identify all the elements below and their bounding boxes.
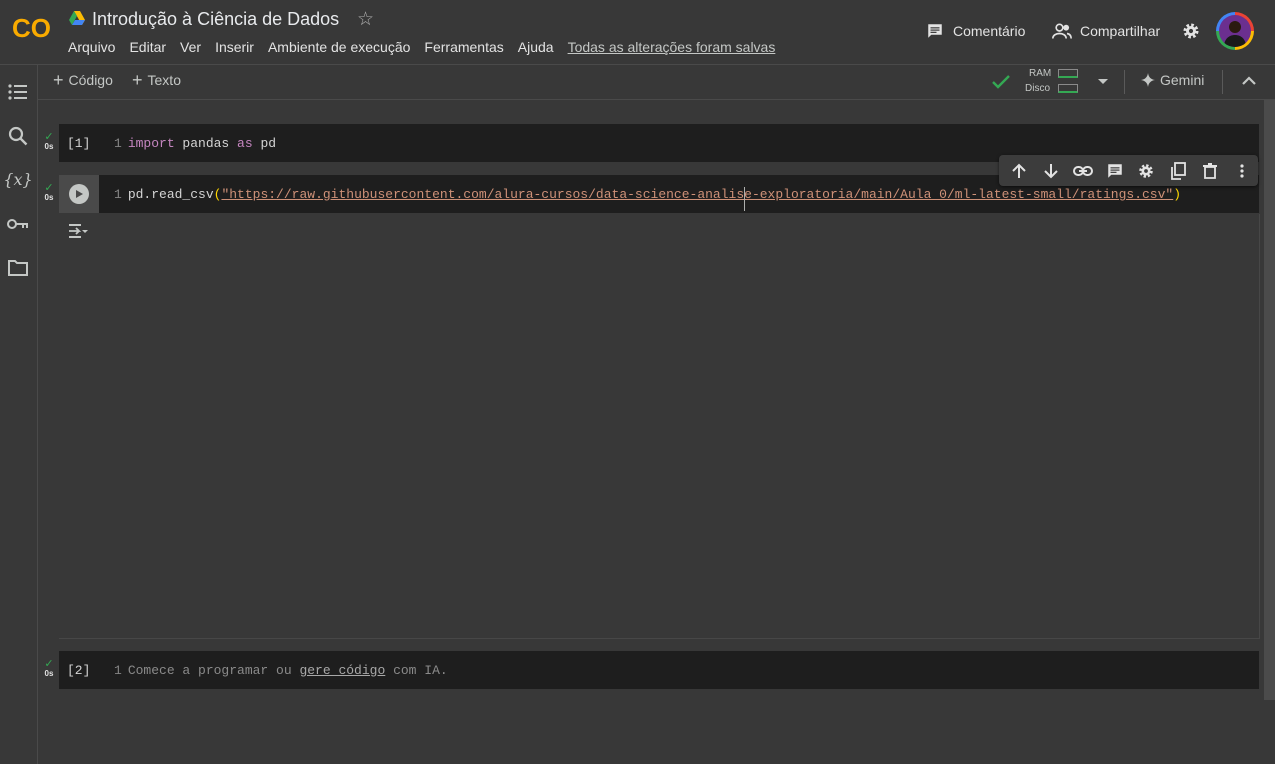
mirror-cell-icon[interactable] — [1162, 155, 1194, 186]
plus-icon: + — [53, 70, 64, 90]
cell-exec-time: 0s — [44, 669, 54, 678]
drive-icon[interactable] — [69, 11, 85, 25]
move-up-icon[interactable] — [1003, 155, 1035, 186]
menu-ambiente[interactable]: Ambiente de execução — [268, 39, 410, 57]
gemini-label: Gemini — [1160, 72, 1205, 88]
code-cell[interactable]: [2] 1 Comece a programar ou gere código c… — [59, 651, 1259, 689]
ram-label: RAM — [1029, 68, 1052, 79]
gemini-button[interactable]: Gemini — [1141, 72, 1204, 88]
toolbar-divider — [1124, 70, 1125, 94]
scrollbar[interactable] — [1264, 100, 1275, 700]
share-button[interactable]: Compartilhar — [1052, 21, 1160, 41]
more-icon[interactable] — [1226, 155, 1258, 186]
cell-exec-time: 0s — [44, 142, 54, 151]
table-of-contents-icon[interactable] — [6, 80, 30, 104]
execution-count[interactable]: [1] — [67, 136, 90, 151]
line-number: 1 — [114, 663, 122, 678]
connected-check-icon — [992, 75, 1010, 89]
avatar — [1219, 15, 1251, 47]
notebook-title[interactable]: Introdução à Ciência de Dados — [92, 9, 339, 30]
menu-inserir[interactable]: Inserir — [215, 39, 254, 57]
comment-label: Comentário — [953, 23, 1026, 39]
cell-toolbar — [999, 155, 1258, 186]
menu-ver[interactable]: Ver — [180, 39, 201, 57]
code-editor[interactable]: 1 import pandas as pd — [114, 136, 276, 151]
menu-bar: Arquivo Editar Ver Inserir Ambiente de e… — [68, 39, 789, 57]
add-code-button[interactable]: + Código — [53, 70, 113, 90]
placeholder-after: com IA. — [385, 663, 448, 678]
disk-bar — [1058, 84, 1078, 93]
secrets-key-icon[interactable] — [6, 212, 30, 236]
folder-icon[interactable] — [6, 256, 30, 280]
code-text: pd.read_csv — [127, 187, 214, 202]
collapse-header-icon[interactable] — [1242, 76, 1256, 86]
line-number: 1 — [114, 187, 122, 202]
link-icon[interactable] — [1067, 155, 1099, 186]
comment-icon[interactable] — [1099, 155, 1131, 186]
generate-code-link[interactable]: gere código — [299, 663, 385, 678]
code-text: pandas — [174, 136, 238, 151]
text-cursor — [744, 187, 745, 211]
execution-count[interactable]: [2] — [67, 663, 90, 678]
code-paren: ) — [1173, 187, 1182, 202]
save-status-link[interactable]: Todas as alterações foram salvas — [568, 39, 776, 57]
cell-output-area — [59, 214, 1260, 639]
menu-editar[interactable]: Editar — [129, 39, 166, 57]
code-text: pd — [252, 136, 277, 151]
search-icon[interactable] — [6, 124, 30, 148]
play-icon — [69, 184, 89, 204]
add-text-button[interactable]: + Texto — [132, 70, 181, 90]
share-label: Compartilhar — [1080, 23, 1161, 39]
app-header: CO Introdução à Ciência de Dados ☆ Arqui… — [0, 0, 1275, 65]
menu-arquivo[interactable]: Arquivo — [68, 39, 115, 57]
variables-icon[interactable]: {x} — [3, 167, 32, 191]
cell-status: ✓ 0s — [42, 131, 56, 152]
comment-button[interactable]: Comentário — [926, 21, 1025, 41]
code-keyword: import — [127, 136, 175, 151]
settings-icon[interactable] — [1181, 21, 1201, 41]
placeholder-before: Comece a programar ou — [127, 663, 300, 678]
code-string-url[interactable]: "https://raw.githubusercontent.com/alura… — [221, 187, 1173, 202]
run-cell-button[interactable] — [59, 175, 99, 213]
gemini-sparkle-icon — [1141, 73, 1155, 87]
settings-icon[interactable] — [1131, 155, 1163, 186]
cell-status: ✓ 0s — [42, 182, 56, 203]
svg-text:CO: CO — [12, 14, 51, 42]
check-icon: ✓ — [44, 658, 54, 670]
colab-logo[interactable]: CO — [12, 14, 54, 42]
comment-icon — [928, 24, 942, 38]
star-icon[interactable]: ☆ — [357, 8, 374, 31]
delete-icon[interactable] — [1194, 155, 1226, 186]
menu-ajuda[interactable]: Ajuda — [518, 39, 554, 57]
notebook-toolbar: + Código + Texto RAM Disco Gemini — [38, 65, 1275, 100]
ram-bar — [1058, 69, 1078, 78]
add-code-label: Código — [68, 72, 113, 88]
disk-label: Disco — [1025, 83, 1051, 94]
code-editor[interactable]: 1 Comece a programar ou gere código com I… — [114, 663, 448, 678]
line-number: 1 — [114, 136, 122, 151]
code-keyword: as — [237, 136, 253, 151]
cell-exec-time: 0s — [44, 193, 54, 202]
cell-status: ✓ 0s — [42, 658, 56, 679]
check-icon: ✓ — [44, 182, 54, 194]
toolbar-divider — [1222, 70, 1223, 94]
placeholder-text: Comece a programar ou gere código com IA… — [128, 663, 448, 678]
move-down-icon[interactable] — [1035, 155, 1067, 186]
menu-ferramentas[interactable]: Ferramentas — [424, 39, 503, 57]
account-avatar[interactable] — [1216, 12, 1254, 50]
resources-indicator[interactable]: RAM Disco — [1024, 65, 1080, 99]
code-editor[interactable]: 1 pd.read_csv("https://raw.githubusercont… — [114, 187, 1181, 202]
check-icon: ✓ — [44, 131, 54, 143]
add-text-label: Texto — [147, 72, 181, 88]
people-icon — [1052, 23, 1072, 39]
output-actions-icon[interactable] — [69, 223, 89, 239]
left-sidebar: {x} — [0, 65, 38, 764]
plus-icon: + — [132, 70, 143, 90]
runtime-dropdown-icon[interactable] — [1097, 78, 1109, 86]
